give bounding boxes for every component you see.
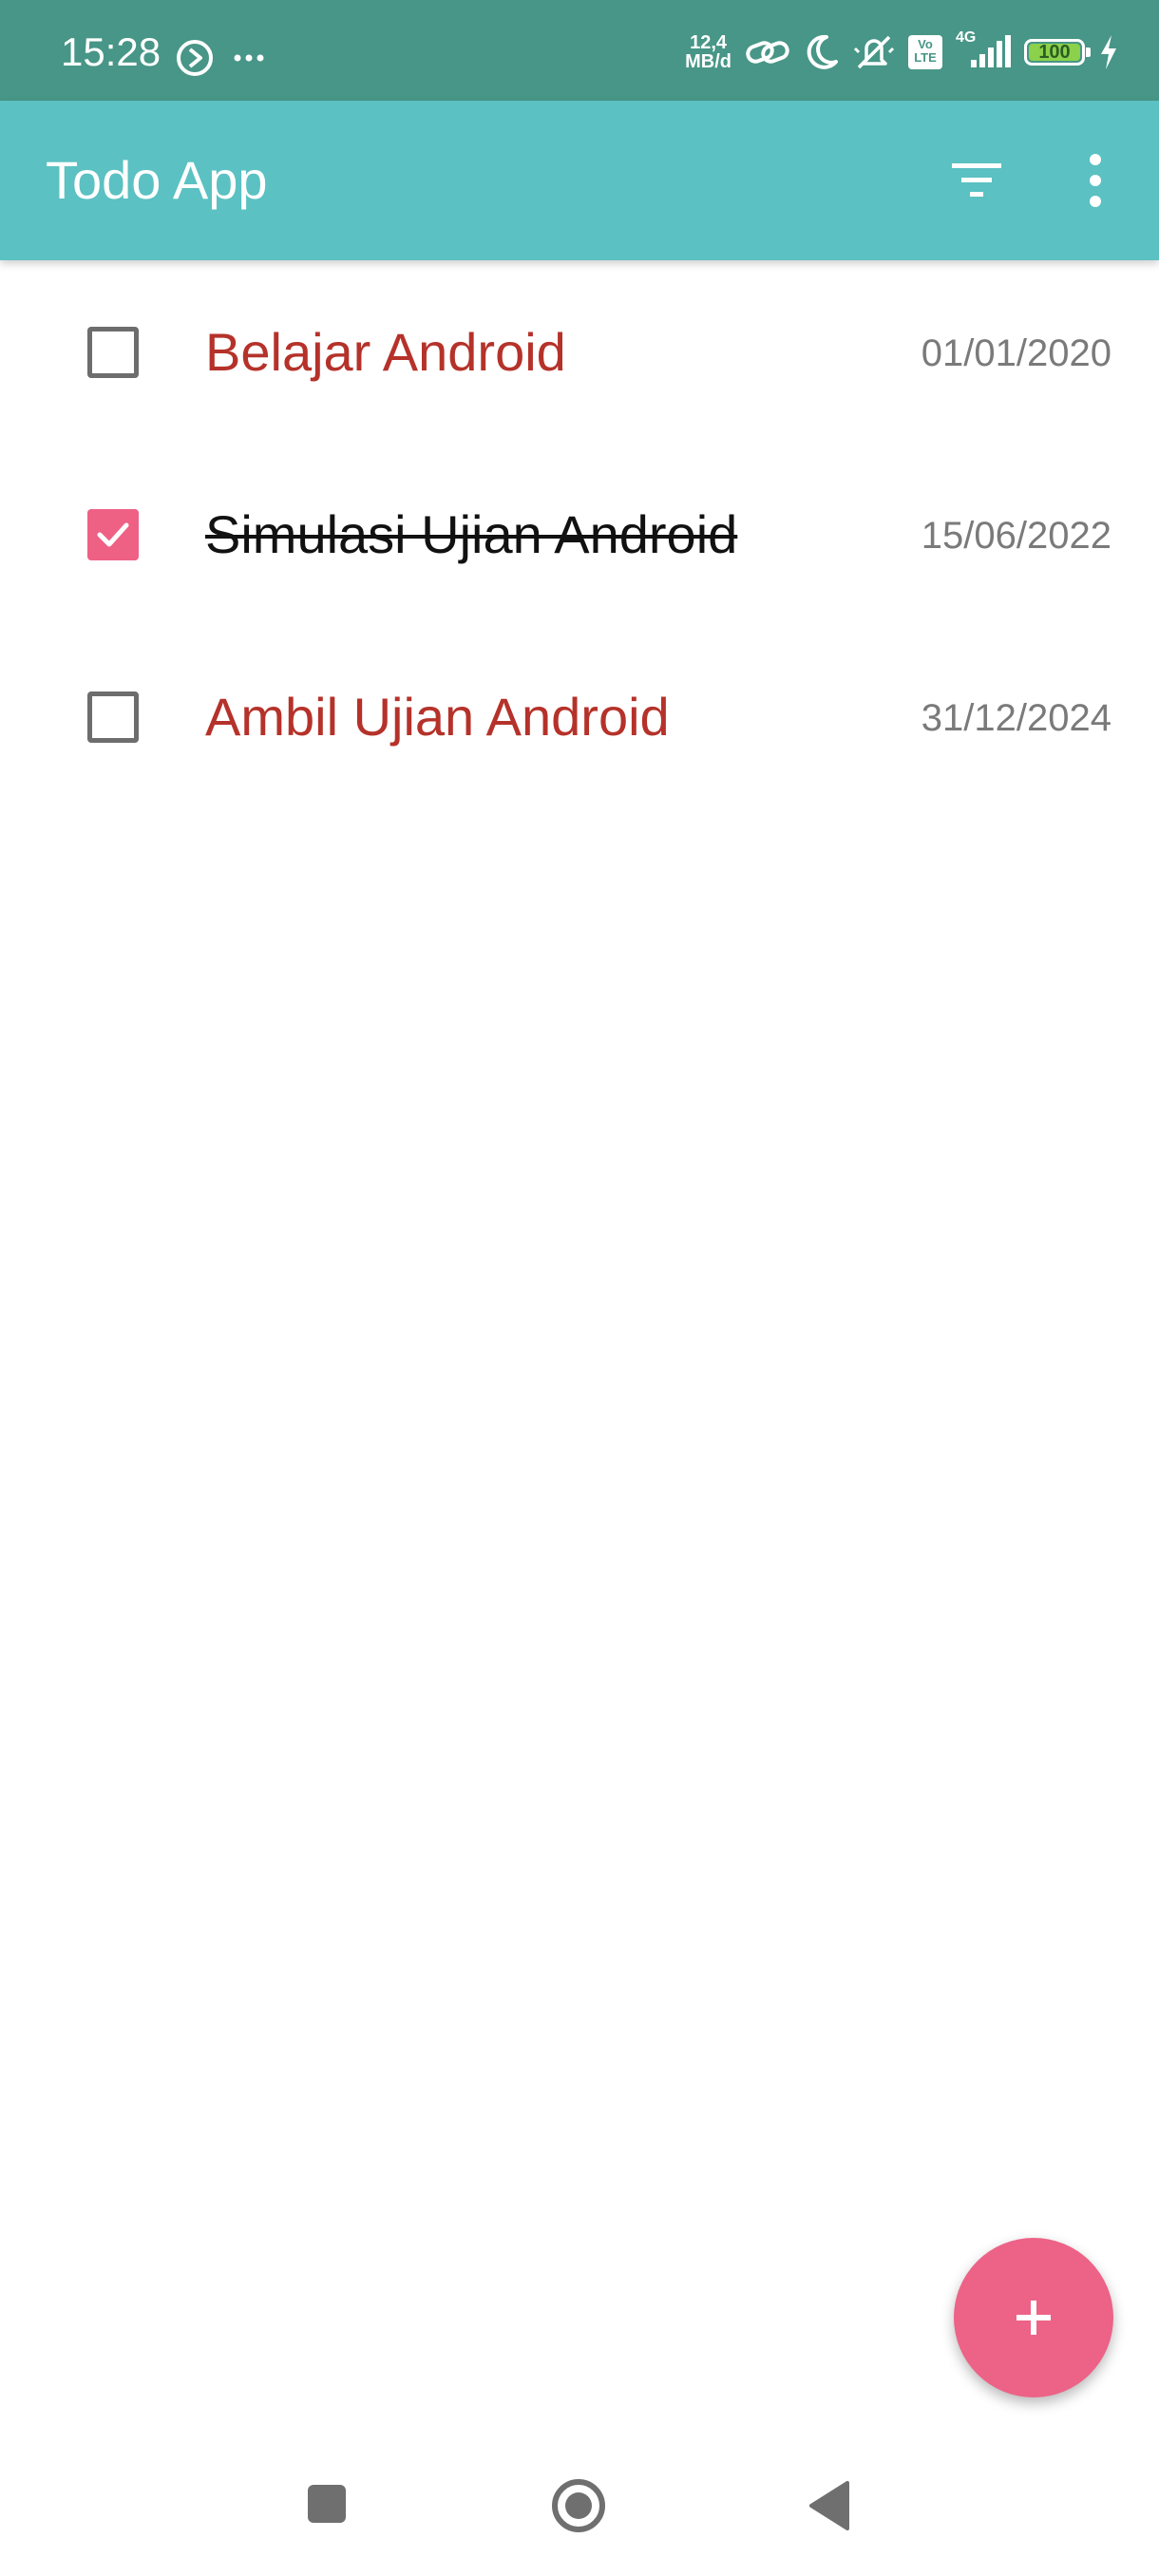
app-title: Todo App xyxy=(46,150,268,210)
filter-icon[interactable] xyxy=(946,150,1007,211)
todo-date: 15/06/2022 xyxy=(921,515,1112,557)
todo-title: Ambil Ujian Android xyxy=(205,687,670,747)
status-bar: 15:28 12,4 MB/d Vo LTE 4G 100 xyxy=(0,0,1159,101)
todo-list: Belajar Android 01/01/2020 Simulasi Ujia… xyxy=(0,260,1159,807)
todo-title: Simulasi Ujian Android xyxy=(205,504,738,564)
todo-checkbox[interactable] xyxy=(87,509,139,560)
status-time: 15:28 xyxy=(61,29,162,74)
todo-item[interactable]: Simulasi Ujian Android 15/06/2022 xyxy=(0,443,1159,625)
todo-item[interactable]: Ambil Ujian Android 31/12/2024 xyxy=(0,625,1159,807)
volte-icon: Vo LTE xyxy=(908,35,942,69)
signal-indicator: 4G xyxy=(956,29,1011,71)
link-icon xyxy=(746,41,789,64)
volte-label: Vo LTE xyxy=(914,37,937,65)
recents-square-icon[interactable] xyxy=(304,2479,350,2529)
network-speed: 12,4 MB/d xyxy=(685,33,732,71)
moon-icon xyxy=(807,34,838,69)
play-circle-icon xyxy=(177,40,213,76)
mute-icon xyxy=(853,35,895,69)
network-speed-value: 12,4 xyxy=(690,32,728,53)
status-icons: 12,4 MB/d Vo LTE 4G 100 xyxy=(685,28,1119,76)
todo-title: Belajar Android xyxy=(205,322,566,382)
system-nav-bar xyxy=(0,2432,1159,2576)
network-speed-unit: MB/d xyxy=(685,51,732,72)
charging-icon xyxy=(1101,35,1116,69)
todo-checkbox[interactable] xyxy=(87,327,139,378)
app-bar: Todo App xyxy=(0,101,1159,260)
todo-date: 31/12/2024 xyxy=(921,697,1112,739)
battery-icon: 100 xyxy=(1024,39,1091,66)
plus-icon xyxy=(1016,2301,1051,2335)
todo-checkbox[interactable] xyxy=(87,691,139,743)
signal-icon xyxy=(971,35,1011,67)
back-triangle-icon[interactable] xyxy=(808,2479,853,2532)
add-todo-button[interactable] xyxy=(954,2238,1113,2397)
checkmark-icon xyxy=(97,522,129,547)
todo-date: 01/01/2020 xyxy=(921,332,1112,374)
home-circle-icon[interactable] xyxy=(549,2479,608,2532)
overflow-menu-icon[interactable] xyxy=(1070,150,1121,211)
todo-item[interactable]: Belajar Android 01/01/2020 xyxy=(0,260,1159,443)
battery-level: 100 xyxy=(1038,41,1071,63)
battery-tip xyxy=(1086,47,1091,57)
more-dots-icon xyxy=(234,54,264,62)
